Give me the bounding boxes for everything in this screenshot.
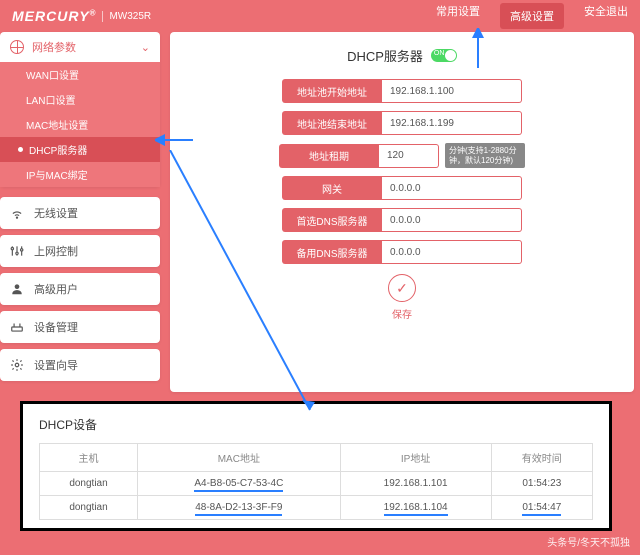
table-row: dongtian A4-B8-05-C7-53-4C 192.168.1.101… xyxy=(40,472,593,496)
col-mac: MAC地址 xyxy=(138,444,341,472)
top-nav: 常用设置 高级设置 安全退出 xyxy=(436,3,628,29)
sliders-icon xyxy=(10,244,24,258)
sidebar-adv-users[interactable]: 高级用户 xyxy=(0,273,160,305)
sidebar-wireless[interactable]: 无线设置 xyxy=(0,197,160,229)
wifi-icon xyxy=(10,206,24,220)
devices-table: 主机 MAC地址 IP地址 有效时间 dongtian A4-B8-05-C7-… xyxy=(39,443,593,520)
end-ip-input[interactable] xyxy=(382,111,522,135)
sidebar: 网络参数 ⌄ WAN口设置 LAN口设置 MAC地址设置 DHCP服务器 IP与… xyxy=(0,32,160,392)
start-ip-label: 地址池开始地址 xyxy=(282,79,382,103)
dns1-label: 首选DNS服务器 xyxy=(282,208,382,232)
sidebar-network: 网络参数 ⌄ WAN口设置 LAN口设置 MAC地址设置 DHCP服务器 IP与… xyxy=(0,32,160,187)
gateway-label: 网关 xyxy=(282,176,382,200)
chevron-down-icon: ⌄ xyxy=(141,41,150,54)
end-ip-label: 地址池结束地址 xyxy=(282,111,382,135)
devices-title: DHCP设备 xyxy=(39,416,593,433)
save-label: 保存 xyxy=(190,306,614,321)
gateway-input[interactable] xyxy=(382,176,522,200)
nav-logout[interactable]: 安全退出 xyxy=(584,3,628,29)
sidebar-device-mgmt[interactable]: 设备管理 xyxy=(0,311,160,343)
dhcp-toggle[interactable]: ON xyxy=(431,49,457,62)
sidebar-item-dhcp[interactable]: DHCP服务器 xyxy=(0,137,160,162)
router-icon xyxy=(10,320,24,334)
watermark: 头条号/冬天不孤独 xyxy=(547,534,630,549)
dns1-input[interactable] xyxy=(382,208,522,232)
model-label: MW325R xyxy=(102,11,151,22)
table-row: dongtian 48-8A-D2-13-3F-F9 192.168.1.104… xyxy=(40,496,593,520)
dns2-label: 备用DNS服务器 xyxy=(282,240,382,264)
start-ip-input[interactable] xyxy=(382,79,522,103)
nav-advanced[interactable]: 高级设置 xyxy=(500,3,564,29)
sidebar-network-header[interactable]: 网络参数 ⌄ xyxy=(0,32,160,62)
sidebar-item-mac[interactable]: MAC地址设置 xyxy=(0,112,160,137)
sidebar-wizard[interactable]: 设置向导 xyxy=(0,349,160,381)
globe-icon xyxy=(10,40,24,54)
col-ip: IP地址 xyxy=(340,444,491,472)
page-title: DHCP服务器 xyxy=(347,46,423,65)
sidebar-network-title: 网络参数 xyxy=(32,39,76,55)
dns2-input[interactable] xyxy=(382,240,522,264)
sidebar-item-wan[interactable]: WAN口设置 xyxy=(0,62,160,87)
brand-logo: MERCURY® xyxy=(12,8,96,24)
lease-label: 地址租期 xyxy=(279,144,379,168)
sidebar-control[interactable]: 上网控制 xyxy=(0,235,160,267)
gear-icon xyxy=(10,358,24,372)
nav-common[interactable]: 常用设置 xyxy=(436,3,480,29)
save-button[interactable]: ✓ xyxy=(388,274,416,302)
active-dot-icon xyxy=(18,147,23,152)
user-icon xyxy=(10,282,24,296)
lease-input[interactable] xyxy=(379,144,439,168)
main-panel: DHCP服务器 ON 地址池开始地址 地址池结束地址 地址租期 分钟(支持1-2… xyxy=(170,32,634,392)
col-host: 主机 xyxy=(40,444,138,472)
sidebar-item-ipmac[interactable]: IP与MAC绑定 xyxy=(0,162,160,187)
col-time: 有效时间 xyxy=(491,444,592,472)
lease-hint: 分钟(支持1-2880分钟，默认120分钟) xyxy=(445,143,525,168)
dhcp-devices-panel: DHCP设备 主机 MAC地址 IP地址 有效时间 dongtian A4-B8… xyxy=(20,401,612,531)
sidebar-item-lan[interactable]: LAN口设置 xyxy=(0,87,160,112)
